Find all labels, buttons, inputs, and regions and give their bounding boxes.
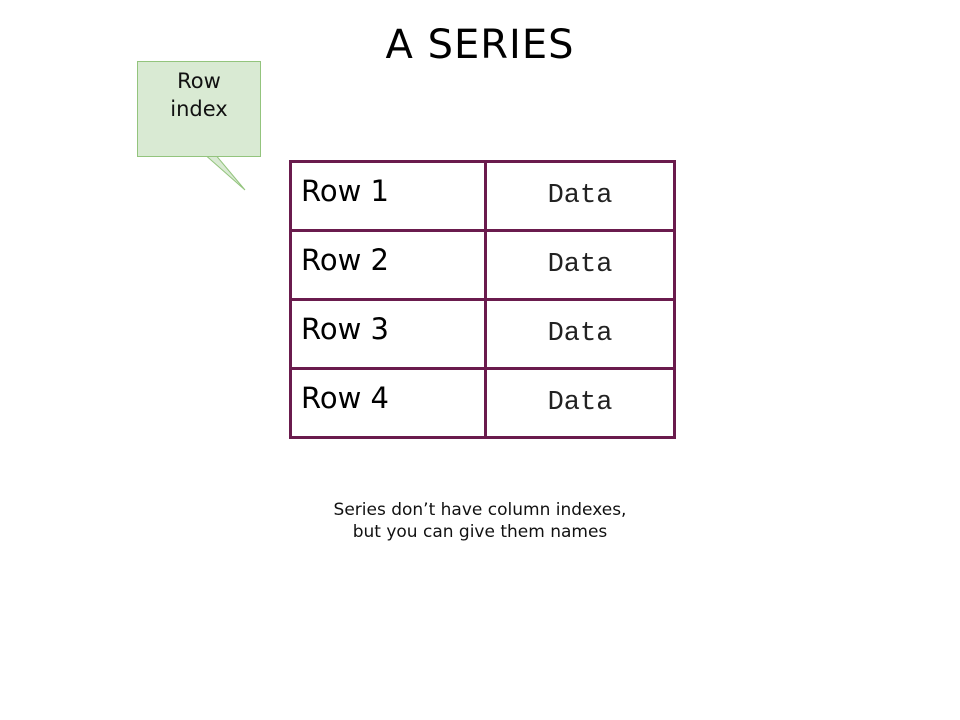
table-row: Row 1 Data xyxy=(289,160,676,232)
data-cell: Data xyxy=(484,229,676,301)
table-row: Row 3 Data xyxy=(289,298,676,370)
table-row: Row 2 Data xyxy=(289,229,676,301)
table-row: Row 4 Data xyxy=(289,367,676,439)
row-index-cell: Row 2 xyxy=(289,229,487,301)
data-cell: Data xyxy=(484,298,676,370)
row-index-cell: Row 3 xyxy=(289,298,487,370)
series-note: Series don’t have column indexes, but yo… xyxy=(333,500,627,542)
callout-label: Row index xyxy=(170,69,228,121)
row-index-cell: Row 4 xyxy=(289,367,487,439)
row-index-callout: Row index xyxy=(137,61,261,191)
data-cell: Data xyxy=(484,367,676,439)
row-index-cell: Row 1 xyxy=(289,160,487,232)
data-cell: Data xyxy=(484,160,676,232)
series-table: Row 1 Data Row 2 Data Row 3 Data Row 4 D… xyxy=(289,160,676,439)
